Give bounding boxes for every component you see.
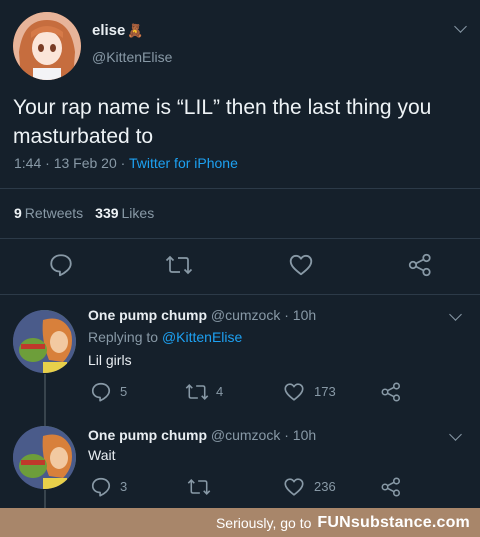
- tweet-stats: 9 Retweets 339 Likes: [14, 205, 154, 221]
- retweets-count: 9: [14, 205, 22, 221]
- reply-text: Lil girls: [88, 352, 132, 368]
- likes-count: 339: [95, 205, 119, 221]
- footer-text: Seriously, go to: [215, 514, 312, 531]
- share-icon[interactable]: [380, 381, 402, 403]
- reply-icon[interactable]: [90, 381, 112, 403]
- display-name[interactable]: elise 🧸: [92, 22, 144, 39]
- reply-icon[interactable]: [48, 252, 74, 278]
- likes-stat[interactable]: 339 Likes: [95, 205, 154, 221]
- reply-author[interactable]: One pump chump @cumzock · 10h: [88, 307, 316, 323]
- tweet-actions: [0, 252, 480, 282]
- tweet-source[interactable]: Twitter for iPhone: [129, 155, 238, 171]
- like-icon[interactable]: [283, 476, 305, 498]
- retweets-stat[interactable]: 9 Retweets: [14, 205, 83, 221]
- tweet-meta: 1:44 · 13 Feb 20 · Twitter for iPhone: [14, 155, 238, 171]
- replying-to-handle[interactable]: @KittenElise: [162, 329, 242, 345]
- divider: [0, 188, 480, 189]
- reply-actions: 3 236: [0, 476, 480, 498]
- display-name-text: elise: [92, 22, 126, 39]
- like-icon[interactable]: [288, 252, 314, 278]
- chevron-down-icon[interactable]: [449, 308, 462, 321]
- reply-icon[interactable]: [90, 476, 112, 498]
- reply-author[interactable]: One pump chump @cumzock · 10h: [88, 427, 316, 443]
- teddy-bear-emoji: 🧸: [127, 23, 144, 38]
- like-icon[interactable]: [283, 381, 305, 403]
- tweet-text: Your rap name is “LIL” then the last thi…: [13, 96, 432, 148]
- tweet-timestamp[interactable]: 1:44 · 13 Feb 20 ·: [14, 155, 129, 171]
- retweet-icon[interactable]: [165, 252, 193, 278]
- chevron-down-icon[interactable]: [449, 428, 462, 441]
- reply-display-name: One pump chump: [88, 427, 207, 443]
- chevron-down-icon[interactable]: [454, 20, 467, 33]
- avatar[interactable]: [13, 12, 81, 80]
- reply-handle-time: @cumzock · 10h: [210, 427, 317, 443]
- share-icon[interactable]: [407, 252, 433, 278]
- reply-count: 3: [120, 479, 128, 494]
- share-icon[interactable]: [380, 476, 402, 498]
- reply-actions: 5 4 173: [0, 381, 480, 403]
- divider: [0, 238, 480, 239]
- like-count: 236: [314, 479, 336, 494]
- avatar[interactable]: [13, 310, 76, 373]
- watermark-footer: Seriously, go to FUNsubstance.com: [0, 508, 480, 537]
- reply-handle-time: @cumzock · 10h: [210, 307, 317, 323]
- divider: [0, 294, 480, 295]
- handle[interactable]: @KittenElise: [92, 49, 172, 65]
- reply-count: 5: [120, 384, 128, 399]
- retweet-icon[interactable]: [185, 381, 209, 403]
- replying-to-label: Replying to: [88, 329, 162, 345]
- retweets-label: Retweets: [24, 205, 84, 221]
- reply-text: Wait: [88, 447, 116, 463]
- retweet-count: 4: [216, 384, 224, 399]
- like-count: 173: [314, 384, 336, 399]
- reply-display-name: One pump chump: [88, 307, 207, 323]
- likes-label: Likes: [121, 205, 155, 221]
- replying-to: Replying to @KittenElise: [88, 329, 242, 345]
- footer-brand[interactable]: FUNsubstance.com: [317, 514, 470, 532]
- retweet-icon[interactable]: [187, 476, 211, 498]
